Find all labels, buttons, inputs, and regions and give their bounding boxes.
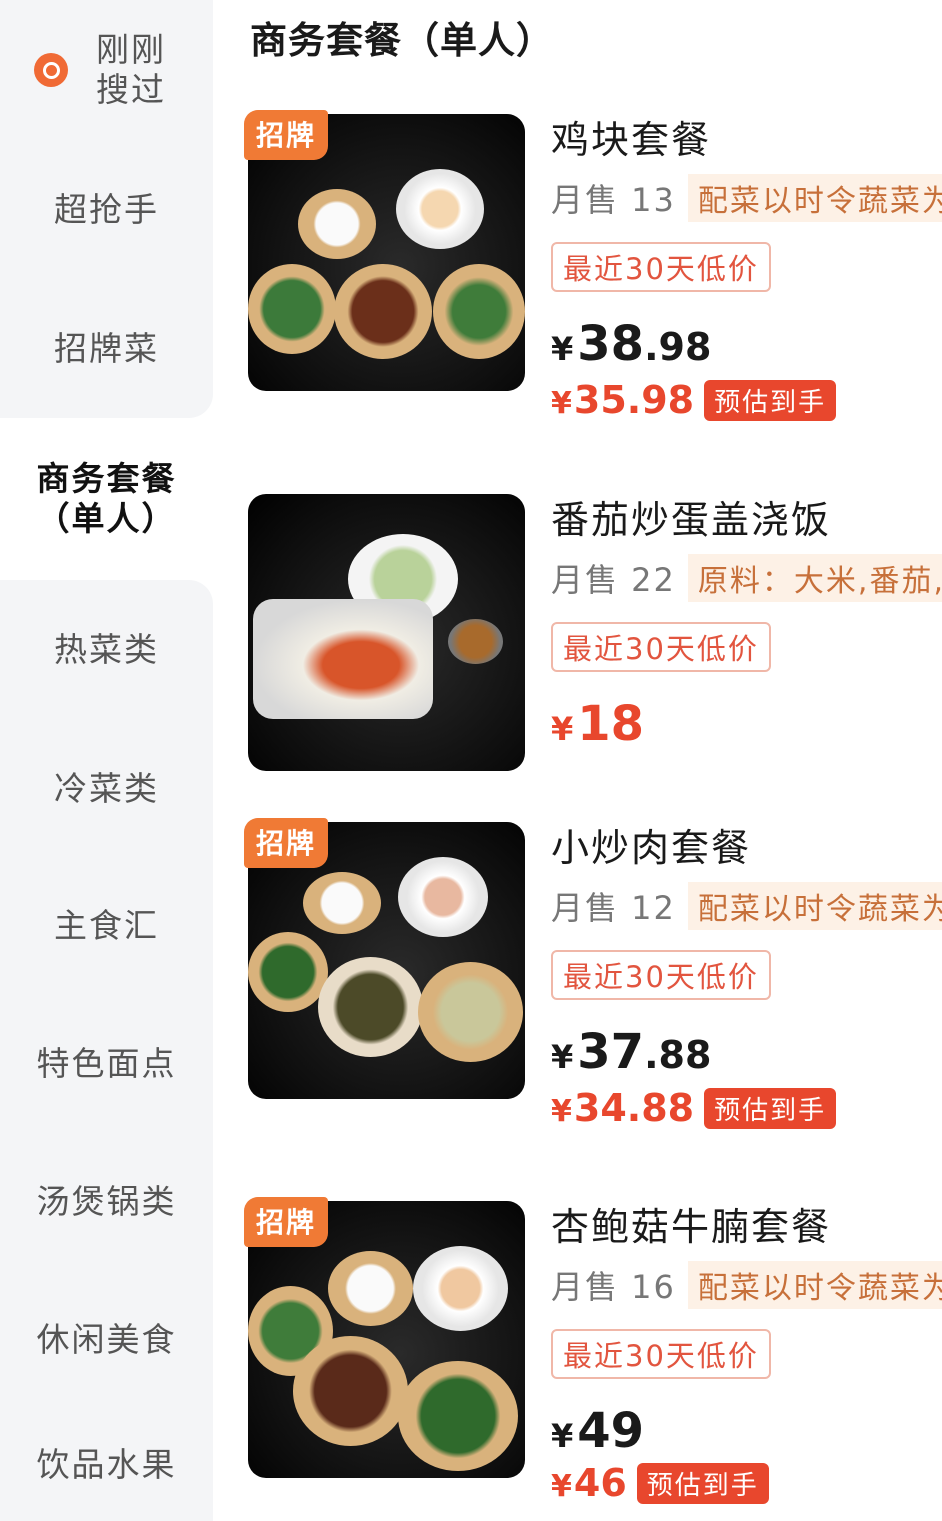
sidebar-item-staple-food[interactable]: 主食汇 — [0, 857, 213, 995]
price: ¥ 37 .88 — [551, 1024, 942, 1080]
price: ¥ 49 — [551, 1403, 942, 1459]
estimated-badge: 预估到手 — [704, 379, 837, 421]
low-price-tag: 最近30天低价 — [551, 622, 771, 672]
product-desc: 配菜以时令蔬菜为 — [687, 882, 942, 930]
product-card[interactable]: 番茄炒蛋盖浇饭 月售 22 原料：大米,番茄,鸡 最近30天低价 ¥ 18 — [248, 494, 942, 784]
estimated-price-value: 34.88 — [573, 1086, 695, 1130]
sidebar-item-label: 特色面点 — [36, 1044, 177, 1083]
sidebar-item-drinks-fruit[interactable]: 饮品水果 — [0, 1409, 213, 1521]
sales-row: 月售 12 配菜以时令蔬菜为 — [551, 882, 942, 930]
sidebar-item-soup-pot[interactable]: 汤煲锅类 — [0, 1133, 213, 1271]
monthly-sales: 月售 16 — [551, 1268, 676, 1306]
sidebar-item-label: 汤煲锅类 — [36, 1182, 177, 1221]
sidebar-item-label: 冷菜类 — [54, 768, 159, 808]
product-image[interactable] — [248, 494, 525, 771]
sales-row: 月售 16 配菜以时令蔬菜为 — [551, 1261, 942, 1309]
low-price-tag: 最近30天低价 — [551, 1329, 771, 1379]
product-info: 小炒肉套餐 月售 12 配菜以时令蔬菜为 最近30天低价 ¥ 37 .88 ¥ … — [551, 822, 942, 1130]
product-name: 鸡块套餐 — [551, 118, 712, 162]
product-card[interactable]: 招牌 小炒肉套餐 月售 12 配菜以时令蔬菜为 最近30天低价 ¥ 37 .88… — [244, 818, 942, 1152]
product-name: 杏鲍菇牛腩套餐 — [551, 1205, 832, 1249]
product-name: 番茄炒蛋盖浇饭 — [551, 498, 832, 542]
price-integer: 49 — [577, 1403, 645, 1459]
product-desc: 原料：大米,番茄,鸡 — [687, 554, 942, 602]
sidebar-item-signature[interactable]: 招牌菜 — [0, 280, 213, 418]
currency-symbol: ¥ — [551, 1094, 572, 1129]
currency-symbol: ¥ — [551, 330, 574, 368]
low-price-tag: 最近30天低价 — [551, 950, 771, 1000]
sidebar-item-label: 刚刚搜过 — [96, 30, 166, 109]
sidebar-item-label: 招牌菜 — [54, 329, 159, 368]
estimated-price-row: ¥ 35.98 预估到手 — [551, 378, 942, 422]
product-info: 番茄炒蛋盖浇饭 月售 22 原料：大米,番茄,鸡 最近30天低价 ¥ 18 — [551, 494, 942, 752]
currency-symbol: ¥ — [551, 710, 574, 748]
sidebar-item-recent-search[interactable]: 刚刚搜过 — [0, 0, 213, 140]
signature-badge: 招牌 — [244, 818, 329, 868]
sales-row: 月售 22 原料：大米,番茄,鸡 — [551, 554, 942, 602]
price: ¥ 38 .98 — [551, 316, 942, 372]
currency-symbol: ¥ — [551, 1038, 574, 1076]
estimated-price-value: 35.98 — [573, 378, 695, 422]
sidebar-item-label: 商务套餐（单人） — [36, 459, 177, 538]
signature-badge: 招牌 — [244, 110, 329, 160]
estimated-price: ¥ 46 — [551, 1461, 627, 1505]
sidebar-item-hot-dishes[interactable]: 热菜类 — [0, 580, 213, 720]
monthly-sales: 月售 12 — [551, 889, 676, 927]
eye-icon — [34, 53, 68, 87]
category-sidebar: 刚刚搜过 超抢手 招牌菜 商务套餐（单人） 热菜类 冷菜类 主食汇 特色面点 汤… — [0, 0, 213, 1521]
estimated-price: ¥ 34.88 — [551, 1086, 694, 1130]
price-integer: 18 — [577, 696, 645, 752]
product-name: 小炒肉套餐 — [551, 826, 752, 870]
sidebar-item-cold-dishes[interactable]: 冷菜类 — [0, 720, 213, 857]
sidebar-item-label: 主食汇 — [54, 906, 159, 945]
product-card[interactable]: 招牌 杏鲍菇牛腩套餐 月售 16 配菜以时令蔬菜为 最近30天低价 ¥ 49 ¥… — [244, 1197, 942, 1521]
sidebar-item-snacks[interactable]: 休闲美食 — [0, 1271, 213, 1409]
price-integer: 37 — [577, 1024, 645, 1080]
price-decimal: .98 — [644, 325, 712, 369]
product-desc: 配菜以时令蔬菜为 — [687, 1261, 942, 1309]
product-card[interactable]: 招牌 鸡块套餐 月售 13 配菜以时令蔬菜为 最近30天低价 ¥ 38 .98 … — [244, 110, 942, 444]
monthly-sales: 月售 22 — [551, 561, 676, 599]
currency-symbol: ¥ — [551, 386, 572, 421]
sidebar-item-hot-sellers[interactable]: 超抢手 — [0, 140, 213, 280]
sidebar-item-label: 饮品水果 — [36, 1445, 177, 1484]
price-integer: 38 — [577, 316, 645, 372]
sidebar-item-label: 热菜类 — [54, 630, 159, 669]
sidebar-item-special-pastry[interactable]: 特色面点 — [0, 995, 213, 1133]
sales-row: 月售 13 配菜以时令蔬菜为 — [551, 174, 942, 222]
product-info: 鸡块套餐 月售 13 配菜以时令蔬菜为 最近30天低价 ¥ 38 .98 ¥ 3… — [551, 114, 942, 422]
estimated-badge: 预估到手 — [636, 1462, 769, 1504]
low-price-tag: 最近30天低价 — [551, 242, 771, 292]
currency-symbol: ¥ — [551, 1469, 572, 1504]
price: ¥ 18 — [551, 696, 942, 752]
section-title: 商务套餐（单人） — [250, 19, 554, 62]
estimated-price-row: ¥ 34.88 预估到手 — [551, 1086, 942, 1130]
currency-symbol: ¥ — [551, 1417, 574, 1455]
price-decimal: .88 — [644, 1033, 712, 1077]
signature-badge: 招牌 — [244, 1197, 329, 1247]
sidebar-item-label: 休闲美食 — [36, 1320, 177, 1359]
product-desc: 配菜以时令蔬菜为 — [687, 174, 942, 222]
estimated-price: ¥ 35.98 — [551, 378, 694, 422]
monthly-sales: 月售 13 — [551, 181, 676, 219]
estimated-badge: 预估到手 — [704, 1087, 837, 1129]
sidebar-item-business-set-meal[interactable]: 商务套餐（单人） — [0, 418, 213, 580]
sidebar-item-label: 超抢手 — [54, 190, 159, 229]
product-info: 杏鲍菇牛腩套餐 月售 16 配菜以时令蔬菜为 最近30天低价 ¥ 49 ¥ 46… — [551, 1201, 942, 1505]
estimated-price-row: ¥ 46 预估到手 — [551, 1461, 942, 1505]
estimated-price-value: 46 — [573, 1461, 627, 1505]
